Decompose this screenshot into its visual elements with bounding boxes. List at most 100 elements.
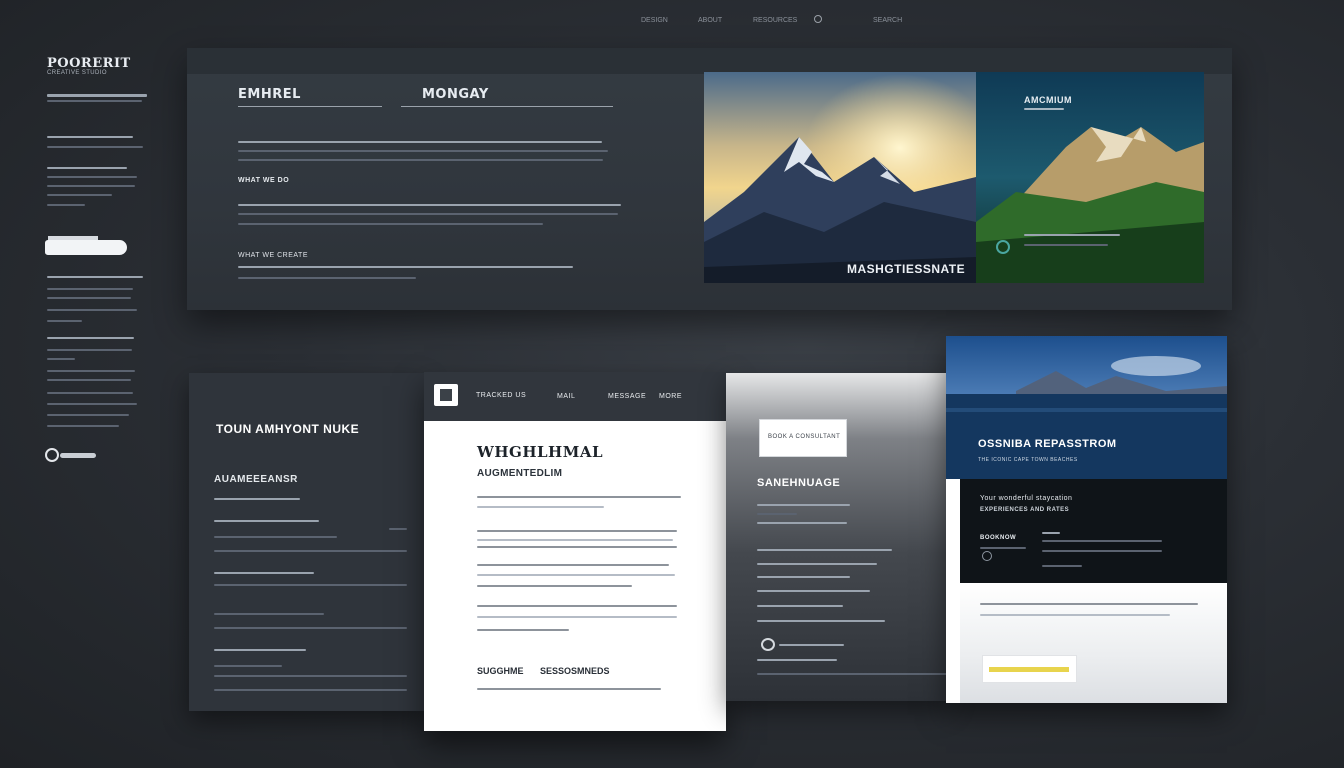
sidebar-text-line <box>47 146 143 148</box>
hero-text-line <box>238 266 573 268</box>
sidebar-text-line <box>47 320 82 322</box>
consult-button[interactable]: BOOK A CONSULTANT <box>759 419 847 457</box>
lake-cta-highlight <box>989 667 1069 672</box>
grad-text-line <box>757 620 885 622</box>
grad-text-line <box>757 513 797 515</box>
sidebar-text-line <box>47 425 119 427</box>
play-icon[interactable] <box>996 240 1010 254</box>
doc-text-line <box>477 616 677 618</box>
lake-cta-button[interactable] <box>982 655 1077 683</box>
pin-icon <box>982 551 992 561</box>
lake-subheading: EXPERIENCES AND RATES <box>980 507 1070 513</box>
card-dark-title: TOUN AMHYONT NUKE <box>216 422 360 436</box>
hero-photo-valley: AMCMIUM <box>976 72 1204 283</box>
photo2-text-line <box>1024 244 1108 246</box>
sidebar-text-line <box>47 414 129 416</box>
lake-text-line <box>1042 565 1082 567</box>
lake-heading: Your wonderful staycation <box>980 495 1073 502</box>
document-title: WHGHLHMAL <box>477 443 604 461</box>
card-dark-line <box>214 613 324 615</box>
doc-text-line <box>477 564 669 566</box>
lake-text-line <box>980 547 1026 549</box>
consult-button-label: BOOK A CONSULTANT <box>768 434 841 440</box>
card-lake: OSSNIBA REPASSTROM THE ICONIC CAPE TOWN … <box>946 336 1227 703</box>
card-dark-line <box>214 572 314 574</box>
doc-text-line <box>477 530 677 532</box>
lake-price-label: BOOKNOW <box>980 535 1017 541</box>
brand-logo[interactable]: POORERIT <box>47 56 131 71</box>
lake-text-line <box>980 603 1198 605</box>
photo2-title: AMCMIUM <box>1024 95 1072 105</box>
nav-link-search[interactable]: SEARCH <box>873 17 902 24</box>
photo-caption: MASHGTIESSNATE <box>847 262 966 276</box>
photo2-text-line <box>1024 108 1064 110</box>
tab-underline <box>238 106 382 107</box>
globe-icon[interactable] <box>814 15 822 23</box>
grad-text-line <box>757 504 850 506</box>
doc-nav-more[interactable]: MORE <box>659 393 682 400</box>
doc-text-line <box>477 585 632 587</box>
hero-text-line <box>238 150 608 152</box>
nav-link-about[interactable]: ABOUT <box>698 17 722 24</box>
card-grad-title: SANEHNUAGE <box>757 477 841 489</box>
info-icon[interactable] <box>761 638 775 651</box>
hero-subhead-2: WHAT WE CREATE <box>238 252 308 259</box>
sidebar-link[interactable] <box>47 337 134 339</box>
sidebar-text-line <box>47 309 137 311</box>
card-dark-line <box>214 536 337 538</box>
mountain-sunrise-image <box>704 72 976 283</box>
hero-text-line <box>238 141 602 143</box>
card-dark-line <box>389 528 407 530</box>
doc-nav-tracked[interactable]: TRACKED US <box>476 392 526 399</box>
doc-text-line <box>477 506 604 508</box>
sidebar-text-line <box>47 288 133 290</box>
document-logo[interactable] <box>434 384 458 406</box>
grad-text-line <box>757 549 892 551</box>
doc-text-line <box>477 546 677 548</box>
sidebar-text-line <box>47 358 75 360</box>
sidebar-link[interactable] <box>47 167 127 169</box>
lake-text-line <box>1042 540 1162 542</box>
sidebar-text-line <box>47 392 133 394</box>
card-dark: TOUN AMHYONT NUKE AUAMEEEANSR <box>189 373 425 711</box>
lake-info-block: Your wonderful staycation EXPERIENCES AN… <box>960 479 1227 583</box>
lake-title: OSSNIBA REPASSTROM <box>978 438 1117 450</box>
hero-topbar <box>187 48 1232 74</box>
doc-nav-mail[interactable]: MAIL <box>557 393 575 400</box>
doc-text-line <box>477 688 661 690</box>
card-dark-line <box>214 689 407 691</box>
sidebar-search-input[interactable] <box>45 240 127 255</box>
grad-text-line <box>757 605 843 607</box>
valley-image <box>976 72 1204 283</box>
doc-footer-left[interactable]: SUGGHME <box>477 666 524 676</box>
card-dark-line <box>214 665 282 667</box>
tab-emhrel[interactable]: EMHREL <box>238 87 301 102</box>
doc-nav-message[interactable]: MESSAGE <box>608 393 646 400</box>
card-dark-line <box>214 584 407 586</box>
grad-text-line <box>757 673 947 675</box>
hero-text-line <box>238 213 618 215</box>
sidebar-text-line <box>47 204 85 206</box>
toggle-knob-icon[interactable] <box>45 448 59 462</box>
toggle-track[interactable] <box>60 453 96 458</box>
nav-link-design[interactable]: DESIGN <box>641 17 668 24</box>
sidebar-link[interactable] <box>47 136 133 138</box>
sidebar-text-line <box>47 403 137 405</box>
grad-text-line <box>757 659 837 661</box>
hero-text-line <box>238 277 416 279</box>
sidebar-heading <box>47 94 147 97</box>
doc-text-line <box>477 629 569 631</box>
sidebar-text-line <box>47 370 135 372</box>
hero-text-line <box>238 159 603 161</box>
doc-footer-right[interactable]: SESSOSMNEDS <box>540 666 610 676</box>
square-icon <box>440 389 452 401</box>
photo2-text-line <box>1024 234 1120 236</box>
sidebar-link[interactable] <box>47 276 143 278</box>
grad-text-line <box>779 644 844 646</box>
sidebar-text-line <box>47 194 112 196</box>
grad-text-line <box>757 576 850 578</box>
grad-text-line <box>757 590 870 592</box>
tab-mongay[interactable]: MONGAY <box>422 87 489 102</box>
card-dark-line <box>214 675 407 677</box>
nav-link-resources[interactable]: RESOURCES <box>753 17 797 24</box>
